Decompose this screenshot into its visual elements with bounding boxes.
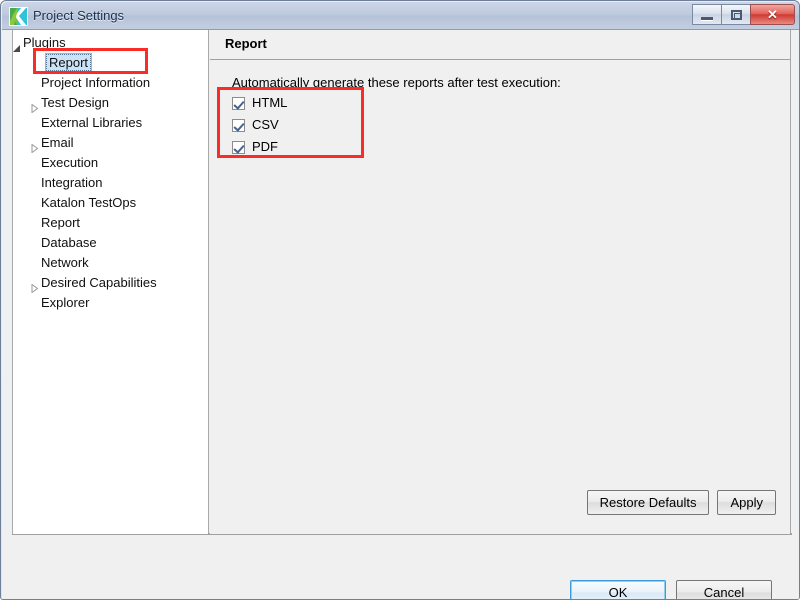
- maximize-restore-button[interactable]: [721, 4, 750, 25]
- content-header: Report: [210, 30, 790, 60]
- checkbox-row-csv[interactable]: CSV: [232, 114, 287, 136]
- checkbox-csv-icon[interactable]: [232, 118, 245, 132]
- sidebar-selection-box: Report: [45, 53, 93, 72]
- sidebar-item-label: Katalon TestOps: [41, 195, 137, 210]
- checkbox-label: HTML: [252, 95, 288, 110]
- sidebar-item-label: Integration: [41, 175, 103, 190]
- project-settings-dialog: Project Settings ✕ Plugins Report Project …: [0, 0, 800, 600]
- sidebar-item-desired-capabilities[interactable]: Desired Capabilities: [13, 273, 208, 294]
- window-controls: ✕: [692, 4, 795, 25]
- sidebar-item-label: Explorer: [41, 295, 90, 310]
- checkbox-label: PDF: [252, 139, 278, 154]
- sidebar-item-email[interactable]: Email: [13, 133, 208, 154]
- sidebar-item-explorer[interactable]: Explorer: [13, 293, 208, 313]
- checkbox-label: CSV: [252, 117, 279, 132]
- sidebar-item-katalon-testops[interactable]: Katalon TestOps: [13, 193, 208, 213]
- window-title: Project Settings: [33, 8, 125, 23]
- sidebar-item-label: External Libraries: [41, 115, 143, 130]
- checkbox-pdf-icon[interactable]: [232, 140, 245, 154]
- checkbox-row-html[interactable]: HTML: [232, 92, 287, 114]
- sidebar-item-project-information[interactable]: Project Information: [13, 73, 208, 93]
- dialog-button-row: OK Cancel: [570, 580, 772, 599]
- checkbox-row-pdf[interactable]: PDF: [232, 136, 287, 158]
- sidebar-item-label: Test Design: [41, 95, 109, 110]
- restore-defaults-button[interactable]: Restore Defaults: [586, 490, 710, 515]
- sidebar-item-label: Execution: [41, 155, 99, 170]
- settings-tree-pane[interactable]: Plugins Report Project Information Test Des…: [12, 30, 209, 534]
- sidebar-item-external-libraries[interactable]: External Libraries: [13, 113, 208, 133]
- dialog-body: Plugins Report Project Information Test Des…: [2, 30, 799, 599]
- sidebar-item-integration[interactable]: Integration: [13, 173, 208, 193]
- settings-tree-list: Plugins Report Project Information Test Des…: [13, 33, 208, 313]
- sidebar-item-label: Email: [41, 135, 74, 150]
- sidebar-item-label: Network: [41, 255, 89, 270]
- cancel-button[interactable]: Cancel: [676, 580, 772, 599]
- chevron-right-icon[interactable]: [30, 139, 39, 154]
- sidebar-item-label: Report: [45, 53, 93, 73]
- apply-button[interactable]: Apply: [717, 490, 776, 515]
- close-icon: ✕: [767, 7, 778, 22]
- sidebar-item-plugins[interactable]: Plugins: [13, 33, 208, 53]
- chevron-right-icon[interactable]: [30, 279, 39, 294]
- sidebar-item-report[interactable]: Report: [13, 53, 208, 73]
- sidebar-item-label: Project Information: [41, 75, 151, 90]
- minimize-icon: [701, 17, 713, 21]
- chevron-down-icon[interactable]: [13, 39, 21, 52]
- chevron-right-icon[interactable]: [30, 99, 39, 114]
- report-format-checkbox-group: HTML CSV PDF: [232, 92, 287, 158]
- sidebar-item-label: Database: [41, 235, 97, 250]
- title-bar[interactable]: Project Settings ✕: [2, 2, 799, 30]
- sidebar-item-database[interactable]: Database: [13, 233, 208, 253]
- ok-button[interactable]: OK: [570, 580, 666, 599]
- panel-button-row: Restore Defaults Apply: [586, 490, 776, 515]
- sidebar-item-label: Report: [41, 215, 81, 230]
- report-settings-pane: Report Automatically generate these repo…: [210, 30, 791, 534]
- sidebar-item-label: Desired Capabilities: [41, 275, 157, 290]
- report-description-label: Automatically generate these reports aft…: [232, 75, 561, 90]
- sidebar-item-network[interactable]: Network: [13, 253, 208, 273]
- minimize-button[interactable]: [692, 4, 721, 25]
- page-title: Report: [225, 36, 267, 51]
- katalon-k-logo-icon: [9, 7, 28, 26]
- close-button[interactable]: ✕: [750, 4, 795, 25]
- sidebar-item-label: Plugins: [23, 35, 66, 50]
- sidebar-item-execution[interactable]: Execution: [13, 153, 208, 173]
- dialog-footer: OK Cancel: [2, 535, 799, 599]
- sidebar-item-test-design[interactable]: Test Design: [13, 93, 208, 114]
- checkbox-html-icon[interactable]: [232, 96, 245, 110]
- settings-panel-area: Plugins Report Project Information Test Des…: [12, 30, 792, 534]
- sidebar-item-report[interactable]: Report: [13, 213, 208, 233]
- restore-icon: [731, 10, 742, 20]
